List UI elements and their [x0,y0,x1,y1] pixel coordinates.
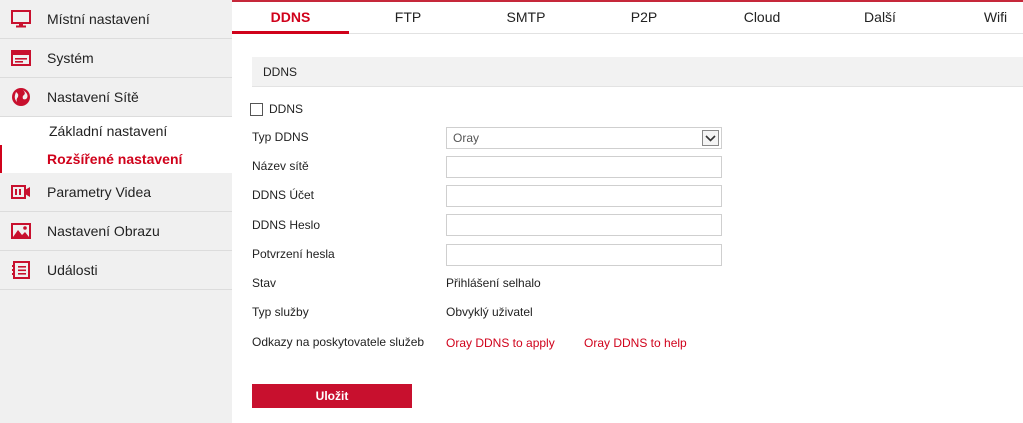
sidebar-item-local-settings[interactable]: Místní nastavení [0,0,232,39]
tab-p2p[interactable]: P2P [585,0,703,34]
sidebar-item-label: Nastavení Obrazu [47,223,160,239]
sidebar-item-events[interactable]: Události [0,251,232,290]
tab-smtp[interactable]: SMTP [467,0,585,34]
ddns-enable-row: DDNS [250,101,303,117]
ddns-type-select[interactable]: Oray [446,127,722,149]
image-icon [11,221,31,241]
chevron-down-icon[interactable] [702,130,719,146]
ddns-type-label: Typ DDNS [252,130,309,144]
oray-help-link[interactable]: Oray DDNS to help [584,336,687,350]
sidebar-item-system[interactable]: Systém [0,39,232,78]
status-label: Stav [252,276,277,290]
sidebar-item-label: Parametry Videa [47,184,152,200]
globe-icon [11,87,31,107]
video-icon [11,182,31,202]
tab-ddns[interactable]: DDNS [232,0,349,34]
network-submenu: Základní nastavení Rozšířené nastavení [0,117,232,173]
service-type-value: Obvyklý uživatel [446,305,533,319]
events-icon [11,260,31,280]
status-value: Přihlášení selhalo [446,276,541,290]
oray-apply-link[interactable]: Oray DDNS to apply [446,336,555,350]
ddns-password-label: DDNS Heslo [252,218,321,232]
monitor-icon [11,9,31,29]
tab-ftp[interactable]: FTP [349,0,467,34]
tab-cloud[interactable]: Cloud [703,0,821,34]
service-type-label: Typ služby [252,305,309,319]
system-icon [11,48,31,68]
sidebar-subitem-basic-settings[interactable]: Základní nastavení [0,117,232,145]
sidebar-subitem-advanced-settings[interactable]: Rozšířené nastavení [0,145,232,173]
ddns-enable-label: DDNS [269,102,304,116]
ddns-type-value: Oray [453,131,480,145]
tab-more[interactable]: Další [821,0,939,34]
ddns-password-input[interactable] [446,214,722,236]
ddns-account-input[interactable] [446,185,722,207]
provider-links-label: Odkazy na poskytovatele služeb [252,335,425,349]
sidebar: Místní nastavení Systém Nastavení Sítě Z… [0,0,232,423]
sidebar-item-image-settings[interactable]: Nastavení Obrazu [0,212,232,251]
sidebar-item-video-params[interactable]: Parametry Videa [0,173,232,212]
sidebar-item-label: Události [47,262,98,278]
tab-wifi[interactable]: Wifi [939,0,1023,34]
ddns-enable-checkbox[interactable] [250,102,263,116]
site-name-input[interactable] [446,156,722,178]
sidebar-item-network[interactable]: Nastavení Sítě [0,78,232,117]
confirm-password-input[interactable] [446,244,722,266]
tab-bar: DDNS FTP SMTP P2P Cloud Další Wifi [232,0,1023,34]
save-button[interactable]: Uložit [252,384,412,408]
section-header: DDNS [252,57,1023,87]
sidebar-item-label: Systém [47,50,94,66]
site-name-label: Název sítě [252,159,309,173]
ddns-account-label: DDNS Účet [252,188,315,202]
sidebar-item-label: Nastavení Sítě [47,89,139,105]
confirm-password-label: Potvrzení hesla [252,247,335,261]
sidebar-item-label: Místní nastavení [47,11,150,27]
